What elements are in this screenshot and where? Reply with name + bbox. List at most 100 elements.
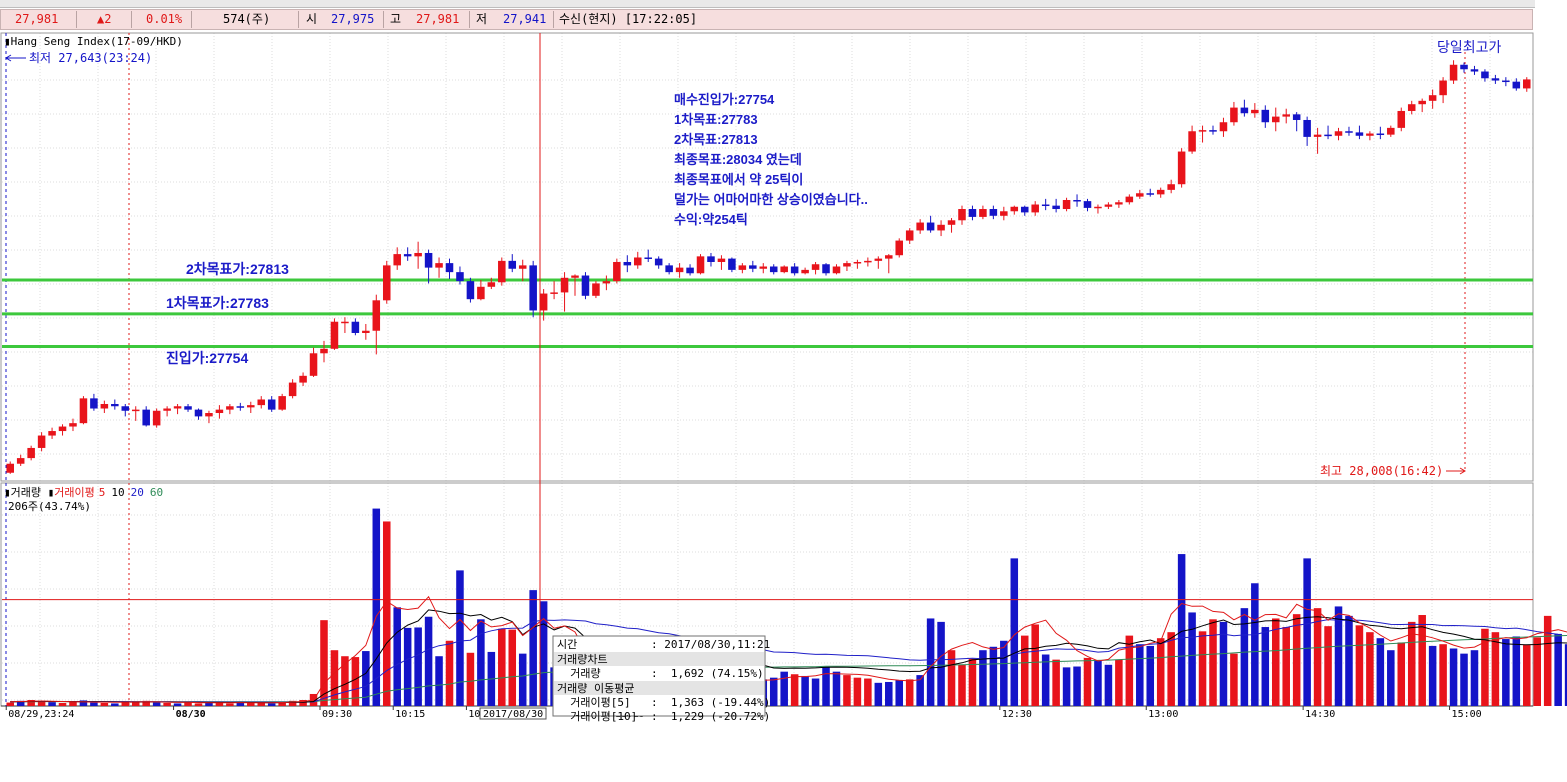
- volume-bar: [1198, 631, 1207, 706]
- volume-bar: [445, 640, 454, 706]
- candle-body: [372, 300, 381, 331]
- candle-body: [874, 258, 883, 261]
- candle-body: [1439, 80, 1447, 96]
- tooltip-key: 거래량 이동평균: [557, 682, 634, 695]
- volume-bar: [864, 678, 872, 706]
- volume-bar: [1177, 554, 1186, 706]
- candle-body: [1334, 131, 1343, 136]
- x-axis-ticks: 08/29,23:2408/3009:3010:1510:3011:1512:3…: [5, 706, 1482, 720]
- candle-body: [1115, 202, 1123, 205]
- candle-body: [466, 281, 475, 300]
- candle-body: [801, 269, 809, 274]
- tooltip-key: 거래량차트: [557, 653, 608, 666]
- volume-bar: [1449, 648, 1458, 706]
- candle-body: [1177, 151, 1186, 185]
- candle-body: [905, 230, 914, 241]
- candle-body: [1041, 204, 1050, 207]
- candle-body: [362, 330, 370, 333]
- chart-canvas[interactable]: ▮Hang Seng Index(17-09/HKD) ▮거래량 ▮거래이평 5 1…: [0, 0, 1567, 782]
- volume-bar: [958, 664, 966, 706]
- crosshair-date-label: 2017/08/30: [483, 709, 543, 720]
- volume-bar: [989, 646, 998, 706]
- candle-body: [382, 265, 391, 301]
- candle-body: [633, 257, 642, 266]
- candle-body: [1418, 100, 1426, 105]
- candle-body: [1083, 201, 1092, 208]
- candle-body: [947, 220, 956, 225]
- candle-body: [1345, 131, 1353, 133]
- candle-body: [393, 254, 401, 266]
- candle-body: [1397, 110, 1406, 128]
- volume-bar: [769, 677, 778, 706]
- candle-body: [236, 406, 245, 408]
- candle-body: [728, 258, 736, 270]
- volume-bar: [330, 650, 339, 706]
- volume-bar: [1156, 638, 1165, 706]
- tooltip-key: 거래이평[10]: [557, 710, 637, 723]
- volume-bar: [529, 590, 537, 706]
- volume-bar: [832, 671, 841, 706]
- candle-body: [696, 256, 705, 274]
- volume-bar: [1355, 625, 1364, 706]
- volume-bar: [1020, 635, 1029, 706]
- volume-bar: [121, 702, 130, 706]
- volume-bar: [6, 702, 14, 706]
- candle-body: [1000, 211, 1008, 216]
- price-panel-title: ▮Hang Seng Index(17-09/HKD): [4, 35, 183, 48]
- volume-bar: [477, 619, 485, 706]
- candle-body: [58, 426, 67, 432]
- volume-bar: [466, 652, 475, 706]
- annotation-line: 매수진입가:27754: [674, 92, 775, 107]
- volume-bar: [163, 702, 171, 706]
- candle-body: [1502, 80, 1510, 83]
- volume-bar: [48, 702, 56, 706]
- candle-body: [435, 263, 443, 268]
- target-lines: [2, 278, 1533, 349]
- candle-body: [79, 398, 88, 424]
- volume-bar: [1345, 615, 1353, 706]
- candle-body: [1282, 114, 1290, 117]
- candle-body: [403, 254, 412, 257]
- candle-body: [320, 348, 328, 354]
- volume-ma-lines: [10, 33, 1567, 706]
- volume-bar: [1470, 650, 1479, 706]
- candle-body: [1303, 119, 1311, 137]
- volume-ma10-line: [10, 609, 1567, 704]
- volume-bar: [1052, 659, 1060, 706]
- volume-bar: [152, 702, 161, 706]
- data-tooltip: 시간 : 2017/08/30,11:21 거래량차트 거래량 : 1,692 …: [552, 635, 770, 723]
- volume-bar: [853, 677, 862, 706]
- volume-bar: [1533, 637, 1541, 706]
- annotation-line: 수익:약254틱: [674, 212, 748, 227]
- volume-bar: [69, 701, 77, 706]
- volume-bar: [1062, 667, 1071, 706]
- volume-bar: [947, 650, 956, 706]
- candle-body: [330, 321, 339, 349]
- tooltip-value: : 1,363 (-19.44%): [651, 696, 770, 709]
- candle-body: [194, 409, 203, 417]
- tooltip-key: 거래량: [557, 667, 601, 680]
- volume-bar: [456, 570, 464, 706]
- candle-body: [613, 261, 621, 282]
- candle-body: [550, 292, 558, 294]
- volume-bar: [1491, 632, 1500, 706]
- candle-body: [267, 399, 276, 410]
- volume-bar: [1523, 645, 1531, 706]
- candle-body: [1062, 200, 1071, 210]
- candle-body: [1156, 189, 1165, 195]
- target2-label: 2차목표가:27813: [186, 261, 289, 277]
- candle-body: [121, 406, 130, 411]
- volume-bar: [267, 703, 276, 706]
- volume-bar: [226, 703, 234, 706]
- candle-body: [1313, 134, 1322, 137]
- volume-bar: [435, 656, 443, 706]
- volume-bar: [518, 653, 527, 706]
- candle-body: [1198, 130, 1207, 132]
- candle-body: [581, 275, 590, 296]
- candle-body: [424, 252, 433, 268]
- volume-bar: [1031, 624, 1039, 706]
- x-tick-label: 13:00: [1148, 709, 1178, 720]
- candle-body: [6, 463, 14, 473]
- x-tick-label: 10:15: [395, 709, 425, 720]
- candle-body: [1428, 95, 1437, 101]
